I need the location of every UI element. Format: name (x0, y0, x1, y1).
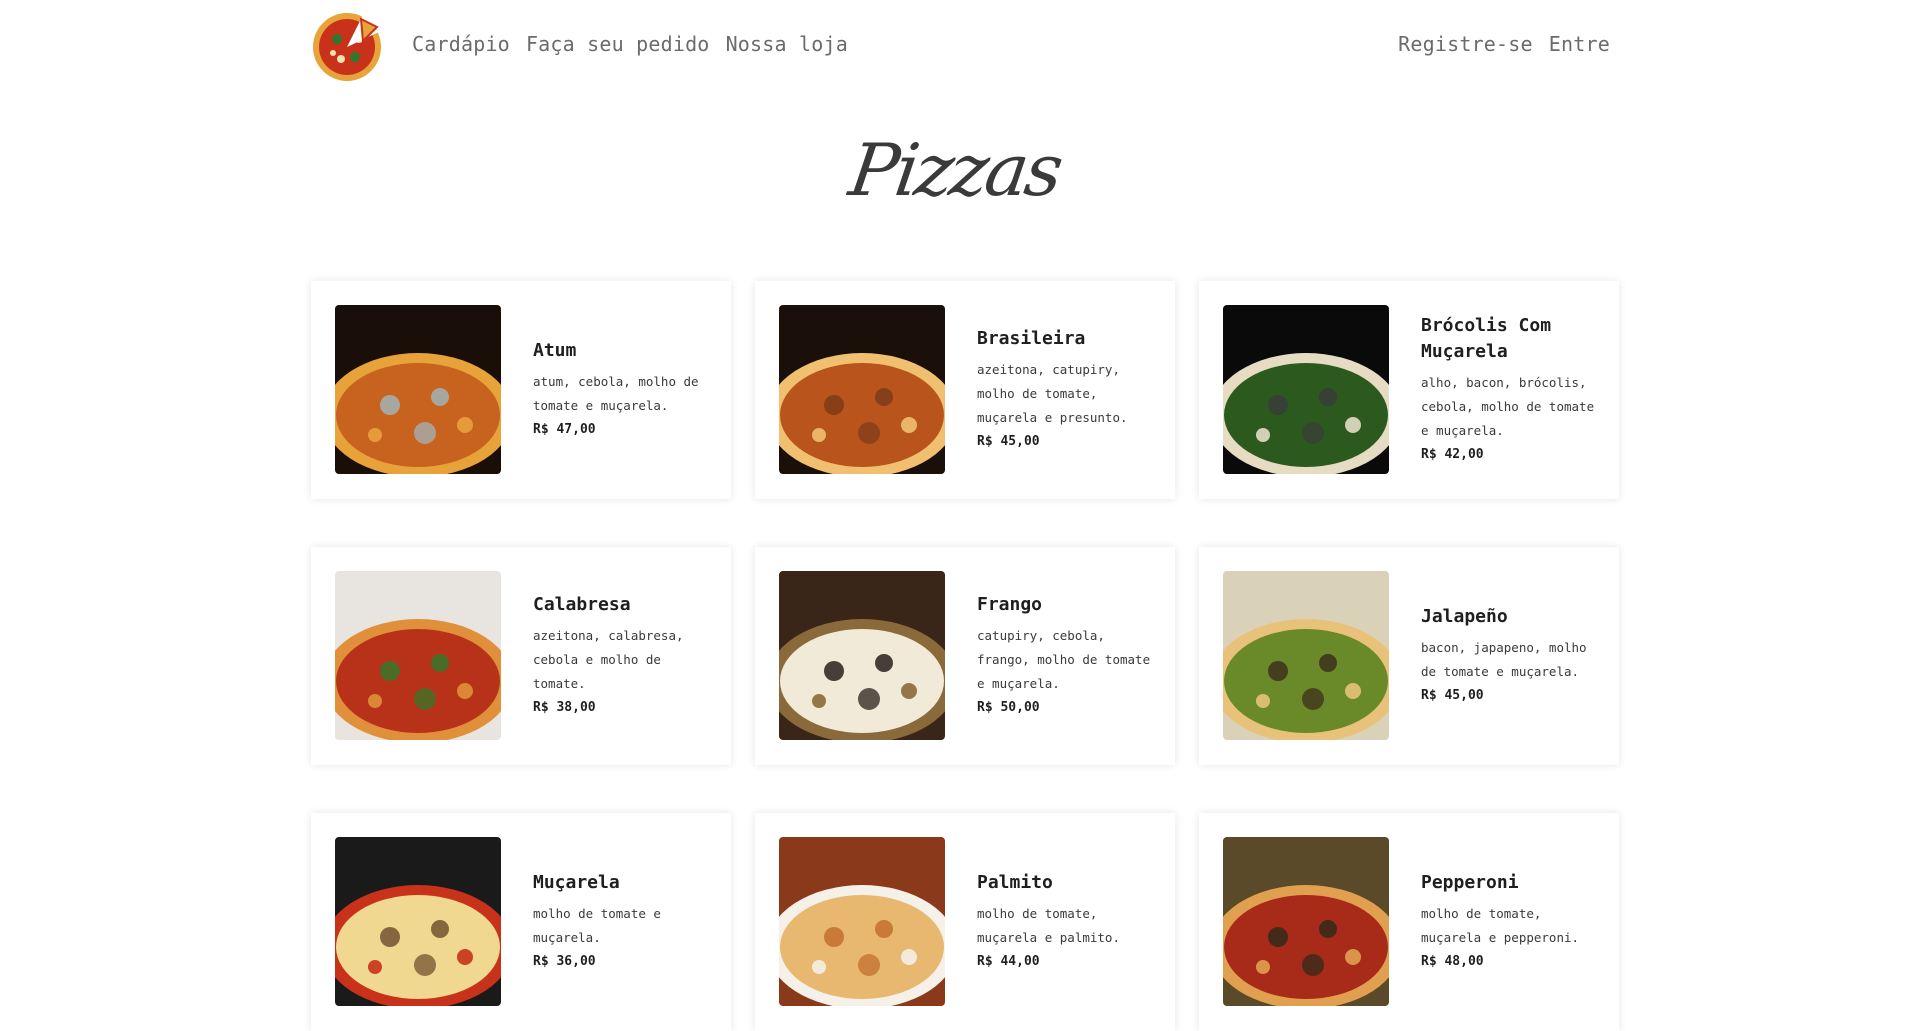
pizza-info: Frango catupiry, cebola, frango, molho de… (977, 547, 1159, 765)
pizza-info: Brócolis Com Muçarela alho, bacon, brócol… (1421, 281, 1603, 499)
pizza-info: Atum atum, cebola, molho de tomate e muça… (533, 281, 715, 499)
pizza-description: alho, bacon, brócolis, cebola, molho de … (1421, 375, 1595, 438)
pizza-name: Jalapeño (1421, 606, 1508, 627)
pizza-name: Frango (977, 594, 1043, 615)
pizza-price: R$ 45,00 (977, 434, 1040, 449)
pizza-description: azeitona, catupiry, molho de tomate, muç… (977, 362, 1128, 425)
nav-link-nossa-loja[interactable]: Nossa loja (726, 32, 848, 56)
pizza-logo-icon[interactable] (311, 11, 383, 83)
pizza-name: Calabresa (533, 594, 631, 615)
pizza-price: R$ 36,00 (533, 954, 596, 969)
pizza-card[interactable]: Palmito molho de tomate, muçarela e palmi… (755, 813, 1175, 1031)
nav-link-cardapio[interactable]: Cardápio (412, 32, 510, 56)
pizza-price: R$ 50,00 (977, 700, 1040, 715)
pizza-name: Brócolis Com Muçarela (1421, 315, 1552, 362)
pizza-description: atum, cebola, molho de tomate e muçarela… (533, 374, 699, 413)
pizza-name: Muçarela (533, 872, 620, 893)
nav-left-links: Cardápio Faça seu pedido Nossa loja (412, 32, 848, 56)
pizza-info: Calabresa azeitona, calabresa, cebola e m… (533, 547, 715, 765)
pizza-grid: Atum atum, cebola, molho de tomate e muça… (311, 281, 1620, 1031)
pizza-description: molho de tomate, muçarela e palmito. (977, 906, 1120, 945)
pizza-price: R$ 44,00 (977, 954, 1040, 969)
pizza-description: molho de tomate, muçarela e pepperoni. (1421, 906, 1580, 945)
pizza-card[interactable]: Calabresa azeitona, calabresa, cebola e m… (311, 547, 731, 765)
pizza-price: R$ 45,00 (1421, 688, 1484, 703)
pizza-card[interactable]: Muçarela molho de tomate e muçarela. R$ 36… (311, 813, 731, 1031)
pizza-card[interactable]: Brócolis Com Muçarela alho, bacon, brócol… (1199, 281, 1619, 499)
pizza-name: Pepperoni (1421, 872, 1519, 893)
page-title: Pizzas (844, 128, 1066, 212)
nav-link-register[interactable]: Registre-se (1398, 32, 1533, 56)
pizza-card[interactable]: Atum atum, cebola, molho de tomate e muça… (311, 281, 731, 499)
pizza-name: Atum (533, 340, 577, 361)
pizza-card[interactable]: Jalapeño bacon, japapeno, molho de tomate… (1199, 547, 1619, 765)
top-navbar: Cardápio Faça seu pedido Nossa loja Regi… (0, 0, 1910, 96)
pizza-name: Palmito (977, 872, 1053, 893)
pizza-card[interactable]: Frango catupiry, cebola, frango, molho de… (755, 547, 1175, 765)
pizza-price: R$ 42,00 (1421, 447, 1484, 462)
nav-link-login[interactable]: Entre (1549, 32, 1610, 56)
pizza-description: bacon, japapeno, molho de tomate e muçar… (1421, 640, 1587, 679)
pizza-description: catupiry, cebola, frango, molho de tomat… (977, 628, 1151, 691)
pizza-price: R$ 38,00 (533, 700, 596, 715)
pizza-photo (779, 837, 945, 1006)
pizza-info: Palmito molho de tomate, muçarela e palmi… (977, 813, 1159, 1031)
pizza-photo (1223, 305, 1389, 474)
pizza-info: Muçarela molho de tomate e muçarela. R$ 36… (533, 813, 715, 1031)
pizza-card[interactable]: Pepperoni molho de tomate, muçarela e pep… (1199, 813, 1619, 1031)
pizza-photo (335, 837, 501, 1006)
pizza-info: Jalapeño bacon, japapeno, molho de tomate… (1421, 547, 1603, 765)
pizza-card[interactable]: Brasileira azeitona, catupiry, molho de t… (755, 281, 1175, 499)
pizza-price: R$ 47,00 (533, 422, 596, 437)
pizza-photo (779, 571, 945, 740)
pizza-photo (1223, 837, 1389, 1006)
pizza-info: Brasileira azeitona, catupiry, molho de t… (977, 281, 1159, 499)
pizza-description: azeitona, calabresa, cebola e molho de t… (533, 628, 684, 691)
nav-right-links: Registre-se Entre (1398, 32, 1610, 56)
pizza-price: R$ 48,00 (1421, 954, 1484, 969)
nav-link-faca-pedido[interactable]: Faça seu pedido (526, 32, 710, 56)
pizza-description: molho de tomate e muçarela. (533, 906, 661, 945)
pizza-photo (335, 571, 501, 740)
pizza-info: Pepperoni molho de tomate, muçarela e pep… (1421, 813, 1603, 1031)
pizza-photo (779, 305, 945, 474)
pizza-photo (1223, 571, 1389, 740)
pizza-photo (335, 305, 501, 474)
pizza-name: Brasileira (977, 328, 1086, 349)
